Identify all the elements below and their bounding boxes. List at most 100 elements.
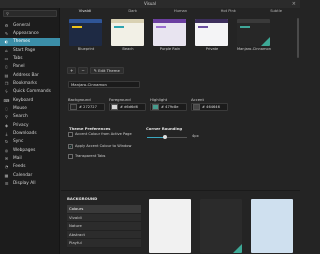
- thumbnail-accent: [114, 26, 124, 28]
- theme-thumbnail-blueprint[interactable]: [69, 19, 102, 46]
- theme-thumbnail-purple-rain[interactable]: [153, 19, 186, 46]
- sidebar-item-label: Keyboard: [13, 97, 34, 103]
- sidebar-item-label: Display All: [13, 180, 36, 186]
- slider-handle[interactable]: [163, 135, 167, 139]
- background-hex: # 272727: [79, 105, 97, 109]
- sidebar: ⚲ ⚙ General ✎ Appearance ◐ Themes ⌂ Start Page ▭…: [0, 8, 60, 254]
- rss-icon: ◔: [4, 164, 9, 170]
- sidebar-item-label: Start Page: [13, 47, 36, 53]
- highlight-color-group: Highlight # 479c8e: [150, 97, 187, 111]
- title-bar: Visual ×: [0, 0, 300, 8]
- sidebar-item-general[interactable]: ⚙ General: [0, 21, 60, 29]
- sync-icon: ↻: [4, 139, 9, 145]
- background-category-colours[interactable]: Colours: [67, 205, 141, 214]
- home-icon: ⌂: [5, 47, 8, 53]
- checkmark-icon: [233, 244, 242, 253]
- highlight-swatch[interactable]: [152, 104, 159, 110]
- checkbox[interactable]: [68, 132, 73, 137]
- highlight-color-field[interactable]: # 479c8e: [150, 103, 187, 111]
- sidebar-item-tabs[interactable]: ▭ Tabs: [0, 54, 60, 62]
- background-category-abstract[interactable]: Abstract: [67, 230, 141, 239]
- theme-tab-human[interactable]: Human: [157, 8, 205, 15]
- sidebar-item-address-bar[interactable]: ▤ Address Bar: [0, 71, 60, 79]
- sidebar-item-start-page[interactable]: ⌂ Start Page: [0, 46, 60, 54]
- thumbnail-tab-bar: [69, 19, 102, 23]
- sidebar-item-label: Quick Commands: [13, 89, 51, 95]
- corner-rounding-slider[interactable]: [147, 135, 187, 139]
- theme-name-field[interactable]: Manjaro-Cinnamon: [68, 81, 140, 88]
- theme-thumbnail-beach[interactable]: [111, 19, 144, 46]
- background-category-vivaldi[interactable]: Vivaldi: [67, 213, 141, 222]
- add-theme-button[interactable]: +: [67, 66, 77, 74]
- preference-label: Accent Colour from Active Page: [75, 132, 132, 136]
- sidebar-item-label: Themes: [13, 39, 31, 45]
- background-thumbnail-blue[interactable]: [251, 199, 293, 253]
- sidebar-item-webpages[interactable]: ◎ Webpages: [0, 146, 60, 154]
- background-category-nature[interactable]: Nature: [67, 222, 141, 231]
- accent-hex: # 464646: [202, 105, 220, 109]
- highlight-color-label: Highlight: [150, 97, 168, 102]
- background-color-group: Background # 272727: [68, 97, 105, 111]
- theme-tab-vivaldi[interactable]: Vivaldi: [61, 8, 109, 15]
- accent-color-group: Accent # 464646: [191, 97, 228, 111]
- sidebar-item-downloads[interactable]: ⤓ Downloads: [0, 129, 60, 137]
- preference-option[interactable]: Transparent Tabs: [68, 154, 138, 159]
- theme-tab-dark[interactable]: Dark: [109, 8, 157, 15]
- edit-theme-button[interactable]: ✎ Edit Theme: [89, 66, 124, 74]
- background-thumbnail-light[interactable]: [149, 199, 191, 253]
- sidebar-item-label: Address Bar: [13, 72, 39, 78]
- pencil-icon: ✎: [93, 67, 97, 73]
- theme-thumbnail-label: Manjaro-Cinnamon: [237, 47, 271, 51]
- sidebar-item-mail[interactable]: ✉ Mail: [0, 154, 60, 162]
- sidebar-item-label: General: [13, 22, 30, 28]
- sidebar-item-feeds[interactable]: ◔ Feeds: [0, 163, 60, 171]
- sidebar-item-calendar[interactable]: ▦ Calendar: [0, 171, 60, 179]
- sidebar-item-privacy[interactable]: ◈ Privacy: [0, 121, 60, 129]
- thumbnail-tab-bar: [195, 19, 228, 23]
- sidebar-item-quick-commands[interactable]: ϟ Quick Commands: [0, 88, 60, 96]
- background-category-playful[interactable]: Playful: [67, 239, 141, 248]
- thumbnail-tab-bar: [153, 19, 186, 23]
- sidebar-item-themes[interactable]: ◐ Themes: [0, 37, 60, 46]
- search-input[interactable]: ⚲: [3, 10, 57, 17]
- sidebar-item-panel[interactable]: ▯ Panel: [0, 63, 60, 71]
- theme-tab-subtle[interactable]: Subtle: [252, 8, 300, 15]
- list-icon: ☰: [4, 180, 9, 186]
- keyboard-icon: ⌨: [3, 97, 10, 103]
- download-icon: ⤓: [5, 130, 8, 136]
- checkbox[interactable]: ✓: [68, 144, 73, 149]
- foreground-hex: # d6d6d6: [120, 105, 138, 109]
- window-title: Visual: [144, 1, 156, 6]
- background-color-field[interactable]: # 272727: [68, 103, 105, 111]
- foreground-color-group: Foreground # d6d6d6: [109, 97, 146, 111]
- address-bar-icon: ▤: [4, 72, 9, 78]
- foreground-swatch[interactable]: [111, 104, 118, 110]
- preference-option[interactable]: ✓ Apply Accent Colour to Window: [68, 144, 138, 149]
- accent-color-field[interactable]: # 464646: [191, 103, 228, 111]
- theme-tab-hot-pink[interactable]: Hot Pink: [204, 8, 252, 15]
- foreground-color-field[interactable]: # d6d6d6: [109, 103, 146, 111]
- background-thumbnail-dark[interactable]: [200, 199, 242, 253]
- thumbnail-accent: [72, 26, 82, 28]
- sidebar-item-search[interactable]: ⚲ Search: [0, 113, 60, 121]
- sidebar-item-appearance[interactable]: ✎ Appearance: [0, 29, 60, 37]
- sidebar-item-display-all[interactable]: ☰ Display All: [0, 179, 60, 187]
- preference-option[interactable]: Accent Colour from Active Page: [68, 132, 138, 137]
- checkbox[interactable]: [68, 154, 73, 159]
- theme-thumbnail-private[interactable]: [195, 19, 228, 46]
- close-icon[interactable]: ×: [292, 1, 296, 7]
- background-swatch[interactable]: [70, 104, 77, 110]
- sidebar-item-bookmarks[interactable]: ❐ Bookmarks: [0, 79, 60, 87]
- corner-rounding-value: 4px: [192, 134, 199, 138]
- accent-swatch[interactable]: [193, 104, 200, 110]
- sidebar-item-keyboard[interactable]: ⌨ Keyboard: [0, 96, 60, 104]
- sidebar-item-mouse[interactable]: ◌ Mouse: [0, 104, 60, 112]
- sidebar-item-sync[interactable]: ↻ Sync: [0, 138, 60, 146]
- preference-label: Transparent Tabs: [75, 154, 106, 158]
- remove-theme-button[interactable]: −: [78, 66, 88, 74]
- accent-color-label: Accent: [191, 97, 204, 102]
- theme-thumbnail-manjaro-cinnamon[interactable]: [237, 19, 270, 46]
- scrollbar[interactable]: [297, 18, 299, 58]
- sidebar-item-label: Sync: [13, 139, 24, 145]
- bookmark-icon: ❐: [4, 80, 9, 86]
